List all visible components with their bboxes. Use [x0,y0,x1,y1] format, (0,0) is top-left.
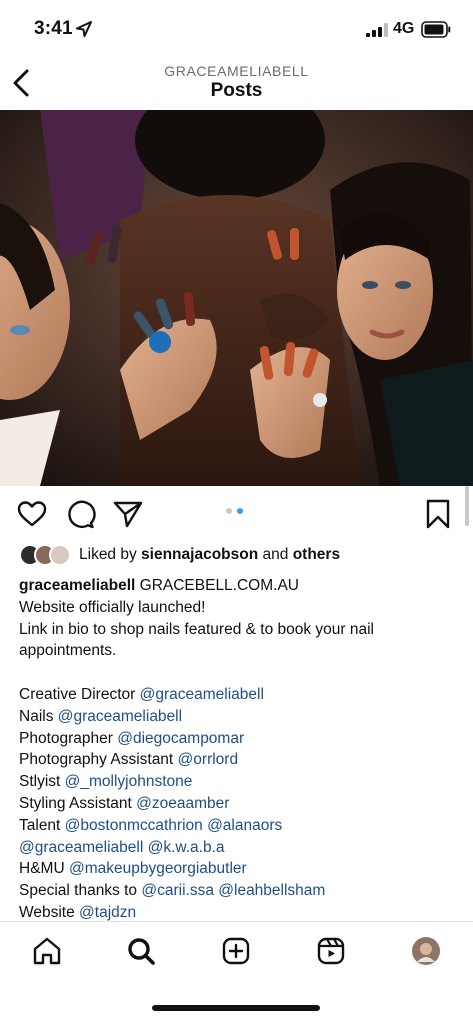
create-icon [222,937,250,965]
credit-label: Nails [19,707,58,725]
caption-username[interactable]: graceameliabell [19,577,135,594]
credit-line: Special thanks to @carii.ssa @leahbellsh… [19,880,464,902]
share-icon[interactable] [112,498,144,530]
mention-link[interactable]: @alanaors [207,817,282,834]
credit-line: Creative Director @graceameliabell [19,684,464,706]
carousel-dot-active [237,508,243,514]
location-arrow-icon [76,21,92,37]
caption-line: appointments. [19,642,117,660]
bottom-tab-bar [0,922,473,982]
mention-link[interactable]: @diegocampomar [117,730,244,747]
mention-link[interactable]: @leahbellsham [218,882,325,899]
carousel-dot [226,508,232,514]
tab-reels[interactable] [314,934,348,968]
credit-label: Talent [19,816,65,834]
heart-icon[interactable] [16,498,48,530]
credit-label: H&MU [19,860,69,878]
post-image[interactable] [0,110,473,486]
battery-icon [421,21,451,38]
home-icon [33,937,61,965]
liked-by-avatars [19,543,75,567]
avatar [49,544,71,566]
liked-by-user[interactable]: siennajacobson [141,546,258,563]
home-indicator [152,1005,320,1011]
post-photo-illustration [0,110,473,486]
credit-label: Photographer [19,729,118,747]
mention-link[interactable]: @bostonmccathrion [65,817,203,834]
mention-link[interactable]: @carii.ssa [141,882,214,899]
mention-link[interactable]: @makeupbygeorgiabutler [69,860,247,877]
tab-search[interactable] [124,934,158,968]
reels-icon [317,937,345,965]
scrollbar[interactable] [465,486,469,526]
caption-first-line: graceameliabell GRACEBELL.COM.AU [19,577,299,594]
mention-link[interactable]: @orrlord [178,751,239,768]
comment-icon[interactable] [64,498,96,530]
mention-link[interactable]: @k.w.a.b.a [148,839,225,856]
signal-bars-icon [366,23,388,37]
mention-link[interactable]: @graceameliabell [19,839,143,856]
credit-line: Photographer @diegocampomar [19,728,464,750]
status-bar: 3:41 4G [0,0,473,58]
likes-text: Liked by siennajacobson and others [79,546,341,563]
posts-header: GRACEAMELIABELL Posts [0,58,473,110]
post-caption: graceameliabell GRACEBELL.COM.AU Website… [19,575,464,924]
network-type: 4G [393,20,415,37]
search-icon [128,938,155,965]
mention-link[interactable]: @zoeaamber [136,795,229,812]
credit-label: Photography Assistant [19,751,178,769]
caption-line: Link in bio to shop nails featured & to … [19,620,375,638]
credit-line: Nails @graceameliabell [19,706,464,728]
status-time: 3:41 [34,18,73,39]
credit-line: Styling Assistant @zoeaamber [19,793,464,815]
bookmark-icon[interactable] [422,498,454,530]
carousel-indicator [226,508,243,514]
mention-link[interactable]: @graceameliabell [58,708,182,725]
post-action-bar [0,494,473,534]
credit-label: Website [19,903,80,921]
mention-link[interactable]: @_mollyjohnstone [65,773,193,790]
credit-line: @graceameliabell @k.w.a.b.a [19,837,464,859]
credit-line: Stlyist @_mollyjohnstone [19,771,464,793]
credit-label: Creative Director [19,685,140,703]
mention-link[interactable]: @graceameliabell [140,686,264,703]
page-title: Posts [210,80,263,101]
credit-label: Styling Assistant [19,794,137,812]
liked-by-others[interactable]: others [293,546,340,563]
mention-link[interactable]: @tajdzn [79,904,136,921]
credit-line: H&MU @makeupbygeorgiabutler [19,858,464,880]
likes-row[interactable]: Liked by siennajacobson and others [19,543,340,567]
credit-line: Talent @bostonmccathrion @alanaors [19,815,464,837]
profile-avatar [412,937,440,965]
credit-label: Stlyist [19,773,65,791]
credit-label: Special thanks to [19,882,142,900]
credit-line: Photography Assistant @orrlord [19,749,464,771]
tab-home[interactable] [30,934,64,968]
header-username[interactable]: GRACEAMELIABELL [0,63,473,79]
tab-profile[interactable] [409,934,443,968]
caption-credits: Creative Director @graceameliabell Nails … [19,684,464,924]
tab-create[interactable] [219,934,253,968]
caption-line: Website officially launched! [19,598,206,616]
